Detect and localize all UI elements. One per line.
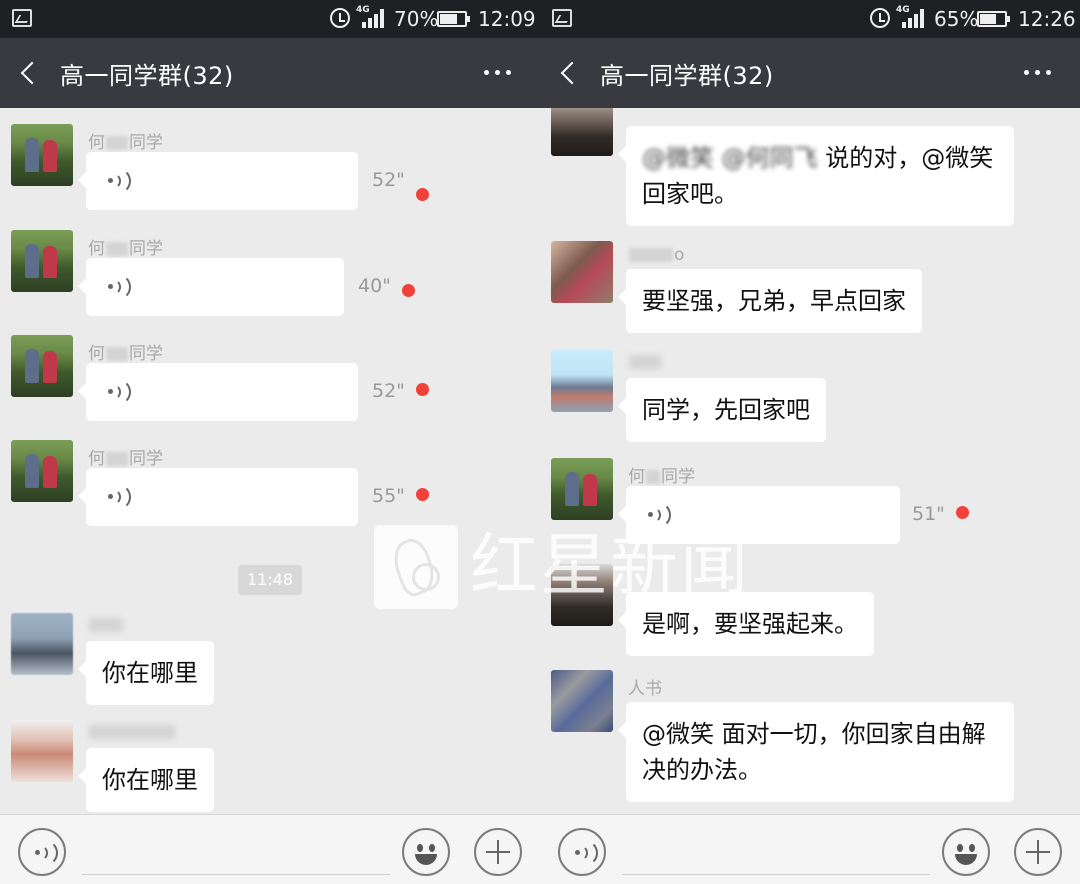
avatar[interactable] [11,124,73,186]
more-dots-icon[interactable] [1022,62,1054,82]
time-divider: 11:48 [238,565,302,595]
chat-title: 高一同学群(32) [600,62,774,90]
sender-name: 何同学 [88,344,163,364]
text-message-bubble[interactable]: 要坚强，兄弟，早点回家 [618,269,922,333]
message-list[interactable]: @微笑 @何同飞 说的对，@微笑 回家吧。 o 要坚强，兄弟，早点回家 同学，先… [540,108,1080,814]
sender-name: 何同学 [88,239,163,259]
plus-icon[interactable] [1014,828,1062,876]
avatar[interactable] [551,670,613,732]
sender-name: 人书 [628,679,662,699]
title-bar: 高一同学群(32) [0,38,540,108]
emoji-face-icon[interactable] [402,828,450,876]
message-text: 要坚强，兄弟，早点回家 [642,287,906,315]
unread-dot [956,506,969,519]
message-text: 你在哪里 [102,659,198,687]
voice-duration: 40" [358,275,391,297]
voice-wave-icon [108,274,131,300]
battery-fill [440,14,457,24]
battery-fill [980,14,996,24]
clock: 12:09 [478,7,536,31]
text-message-bubble[interactable]: @微笑 @何同飞 说的对，@微笑 回家吧。 [618,126,1014,226]
voice-message-bubble[interactable] [618,486,900,544]
voice-message-bubble[interactable] [78,258,344,316]
text-message-bubble[interactable]: 你在哪里 [78,641,214,705]
unread-dot [402,284,415,297]
sender-name [88,615,124,635]
gallery-icon [552,9,572,27]
sender-name [628,352,662,372]
sender-name: 何同学 [88,449,163,469]
message-text: 你在哪里 [102,766,198,794]
text-message-bubble[interactable]: 同学，先回家吧 [618,378,826,442]
more-dots-icon[interactable] [482,62,514,82]
avatar[interactable] [11,230,73,292]
message-input[interactable] [82,835,390,875]
message-text: 决的办法。 [642,756,762,784]
message-list[interactable]: 何同学 52" 何同学 40" 何同学 52" 何 同学 55" 11:48 你… [0,108,540,814]
plus-icon[interactable] [474,828,522,876]
message-input[interactable] [622,835,930,875]
voice-wave-icon [648,502,671,528]
clock: 12:26 [1018,7,1076,31]
text-message-bubble[interactable]: 是啊，要坚强起来。 [618,592,874,656]
voice-wave-icon [108,168,131,194]
avatar[interactable] [11,613,73,675]
input-bar [0,814,540,884]
sender-name [88,722,176,742]
voice-message-bubble[interactable] [78,468,358,526]
voice-wave-icon [35,840,58,866]
voice-wave-icon [108,379,131,405]
unread-dot [416,488,429,501]
sender-name: 何同学 [88,133,163,153]
signal-icon [898,8,924,28]
message-text: @微笑 面对一切，你回家自由解 [642,720,986,748]
text-message-bubble[interactable]: @微笑 面对一切，你回家自由解 决的办法。 [618,702,1014,802]
avatar[interactable] [551,458,613,520]
gallery-icon [12,9,32,27]
voice-message-bubble[interactable] [78,363,358,421]
voice-duration: 52" [372,169,405,191]
alarm-icon [330,8,350,28]
voice-duration: 55" [372,485,405,507]
avatar[interactable] [11,335,73,397]
message-text: 回家吧。 [642,180,738,208]
alarm-icon [870,8,890,28]
voice-input-button[interactable] [18,828,66,876]
battery-percent: 70% [394,7,439,31]
avatar[interactable] [551,108,613,156]
message-text: 说的对，@微笑 [825,144,994,172]
text-message-bubble[interactable]: 你在哪里 [78,748,214,812]
unread-dot [416,188,429,201]
sender-name: 何同学 [628,467,695,487]
avatar[interactable] [551,564,613,626]
avatar[interactable] [551,241,613,303]
chat-title: 高一同学群(32) [60,62,234,90]
chat-screen-left: 4G 70% 12:09 高一同学群(32) 何同学 52" 何同学 40" 何… [0,0,540,884]
battery-icon [437,11,470,27]
chat-screen-right: 4G 65% 12:26 高一同学群(32) @微笑 @何同飞 说的对，@微笑 … [540,0,1080,884]
emoji-face-icon[interactable] [942,828,990,876]
status-bar: 4G 65% 12:26 [540,0,1080,38]
chevron-left-icon[interactable] [18,59,40,87]
battery-icon [977,11,1010,27]
battery-percent: 65% [934,7,979,31]
sender-name: o [628,245,684,265]
message-text: 同学，先回家吧 [642,396,810,424]
voice-message-bubble[interactable] [78,152,358,210]
unread-dot [416,383,429,396]
avatar[interactable] [11,720,73,782]
status-bar: 4G 70% 12:09 [0,0,540,38]
avatar[interactable] [551,350,613,412]
input-bar [540,814,1080,884]
voice-wave-icon [108,484,131,510]
voice-input-button[interactable] [558,828,606,876]
chevron-left-icon[interactable] [558,59,580,87]
signal-icon [358,8,384,28]
avatar[interactable] [11,440,73,502]
voice-duration: 51" [912,503,945,525]
title-bar: 高一同学群(32) [540,38,1080,108]
voice-duration: 52" [372,380,405,402]
voice-wave-icon [575,840,598,866]
message-text: 是啊，要坚强起来。 [642,610,858,638]
